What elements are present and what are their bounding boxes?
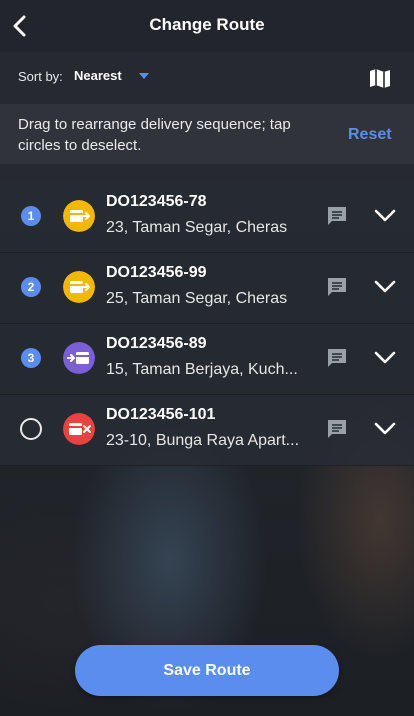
chevron-down-icon[interactable]	[374, 422, 396, 436]
pickup-icon	[63, 271, 95, 303]
delivery-address: 25, Taman Segar, Cheras	[106, 290, 288, 307]
map-icon[interactable]	[368, 66, 392, 90]
delivery-row[interactable]: 2 DO123456-99 25, Taman Segar, Cheras	[0, 253, 414, 324]
sequence-circle-unselected[interactable]	[20, 418, 42, 440]
save-route-button[interactable]: Save Route	[75, 645, 339, 696]
instructions-text: Drag to rearrange delivery sequence; tap…	[18, 116, 291, 154]
message-icon[interactable]	[326, 347, 348, 369]
cancelled-icon	[63, 413, 95, 445]
chevron-down-icon[interactable]	[374, 351, 396, 365]
message-icon[interactable]	[326, 276, 348, 298]
delivery-address: 15, Taman Berjaya, Kuch...	[106, 361, 298, 378]
sort-dropdown[interactable]: Nearest	[74, 68, 122, 83]
delivery-address: 23, Taman Segar, Cheras	[106, 219, 288, 236]
delivery-order-id: DO123456-78	[106, 193, 207, 210]
sequence-badge[interactable]: 2	[21, 277, 41, 297]
sequence-badge[interactable]: 3	[21, 348, 41, 368]
caret-down-icon[interactable]	[138, 72, 150, 80]
delivery-list: 1 DO123456-78 23, Taman Segar, Cheras 2 …	[0, 182, 414, 466]
message-icon[interactable]	[326, 418, 348, 440]
chevron-down-icon[interactable]	[374, 280, 396, 294]
dropoff-icon	[63, 342, 95, 374]
delivery-row[interactable]: 3 DO123456-89 15, Taman Berjaya, Kuch...	[0, 324, 414, 395]
chevron-down-icon[interactable]	[374, 209, 396, 223]
page-title: Change Route	[149, 15, 265, 34]
message-icon[interactable]	[326, 205, 348, 227]
sequence-badge[interactable]: 1	[21, 206, 41, 226]
delivery-order-id: DO123456-89	[106, 335, 207, 352]
instructions-bar: Drag to rearrange delivery sequence; tap…	[0, 104, 414, 164]
sort-label: Sort by:	[18, 69, 63, 84]
delivery-order-id: DO123456-99	[106, 264, 207, 281]
delivery-row[interactable]: DO123456-101 23-10, Bunga Raya Apart...	[0, 395, 414, 466]
pickup-icon	[63, 200, 95, 232]
delivery-order-id: DO123456-101	[106, 406, 216, 423]
sort-bar: Sort by: Nearest	[0, 52, 414, 104]
app-header: Change Route	[0, 0, 414, 52]
delivery-address: 23-10, Bunga Raya Apart...	[106, 432, 300, 449]
delivery-row[interactable]: 1 DO123456-78 23, Taman Segar, Cheras	[0, 182, 414, 253]
reset-button[interactable]: Reset	[348, 126, 392, 144]
